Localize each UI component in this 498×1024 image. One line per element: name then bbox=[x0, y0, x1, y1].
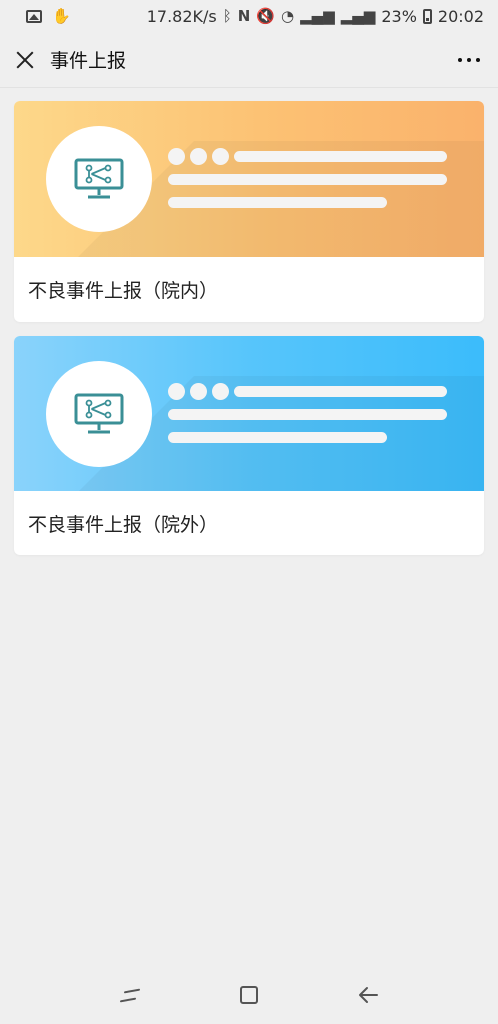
card-label: 不良事件上报（院内） bbox=[28, 280, 219, 302]
back-icon bbox=[359, 987, 379, 1003]
decor-dot bbox=[190, 383, 207, 400]
battery-icon bbox=[422, 8, 432, 24]
decor-bar bbox=[168, 197, 387, 208]
circle-badge bbox=[46, 361, 152, 467]
close-icon[interactable] bbox=[14, 49, 36, 71]
decor-dot bbox=[168, 148, 185, 165]
mute-icon: 🔇 bbox=[256, 7, 276, 25]
recent-apps-icon bbox=[120, 988, 140, 1002]
wifi-icon: ◔ bbox=[281, 7, 295, 25]
title-bar: 事件上报 bbox=[0, 32, 498, 88]
system-nav-bar bbox=[0, 966, 498, 1024]
decor-dot bbox=[190, 148, 207, 165]
decor-bar bbox=[168, 432, 387, 443]
decor-dot bbox=[168, 383, 185, 400]
decor-bar bbox=[234, 151, 447, 162]
back-button[interactable] bbox=[348, 975, 388, 1015]
debug-icon: ✋ bbox=[52, 7, 71, 25]
monitor-flowchart-icon bbox=[74, 393, 124, 434]
decor-dot bbox=[212, 148, 229, 165]
recent-apps-button[interactable] bbox=[110, 975, 150, 1015]
decor-bar bbox=[168, 174, 447, 185]
decor-dot bbox=[212, 383, 229, 400]
card-label: 不良事件上报（院外） bbox=[28, 514, 219, 536]
signal-4g-icon: ▂▄▆ bbox=[300, 7, 335, 25]
net-speed: 17.82K/s bbox=[146, 6, 217, 26]
decor-bar bbox=[168, 409, 447, 420]
home-button[interactable] bbox=[229, 975, 269, 1015]
circle-badge bbox=[46, 126, 152, 232]
signal-3g-icon: ▂▄▆ bbox=[340, 7, 376, 25]
bluetooth-icon: ᛒ bbox=[222, 7, 232, 25]
card-banner bbox=[14, 336, 484, 491]
status-bar: ✋ 17.82K/s ᛒ N 🔇 ◔ ▂▄▆ ▂▄▆ 23% 20:02 bbox=[0, 0, 498, 32]
battery-percent: 23% bbox=[381, 6, 417, 26]
report-card-internal[interactable]: 不良事件上报（院内） bbox=[14, 101, 484, 322]
more-options-icon[interactable] bbox=[454, 52, 484, 68]
page-title: 事件上报 bbox=[50, 50, 127, 72]
card-banner bbox=[14, 101, 484, 257]
image-icon bbox=[26, 9, 42, 23]
nfc-icon: N bbox=[237, 7, 251, 25]
home-icon bbox=[239, 986, 258, 1004]
clock: 20:02 bbox=[437, 6, 484, 26]
decor-bar bbox=[234, 386, 447, 397]
report-card-external[interactable]: 不良事件上报（院外） bbox=[14, 336, 484, 555]
monitor-flowchart-icon bbox=[74, 158, 124, 199]
